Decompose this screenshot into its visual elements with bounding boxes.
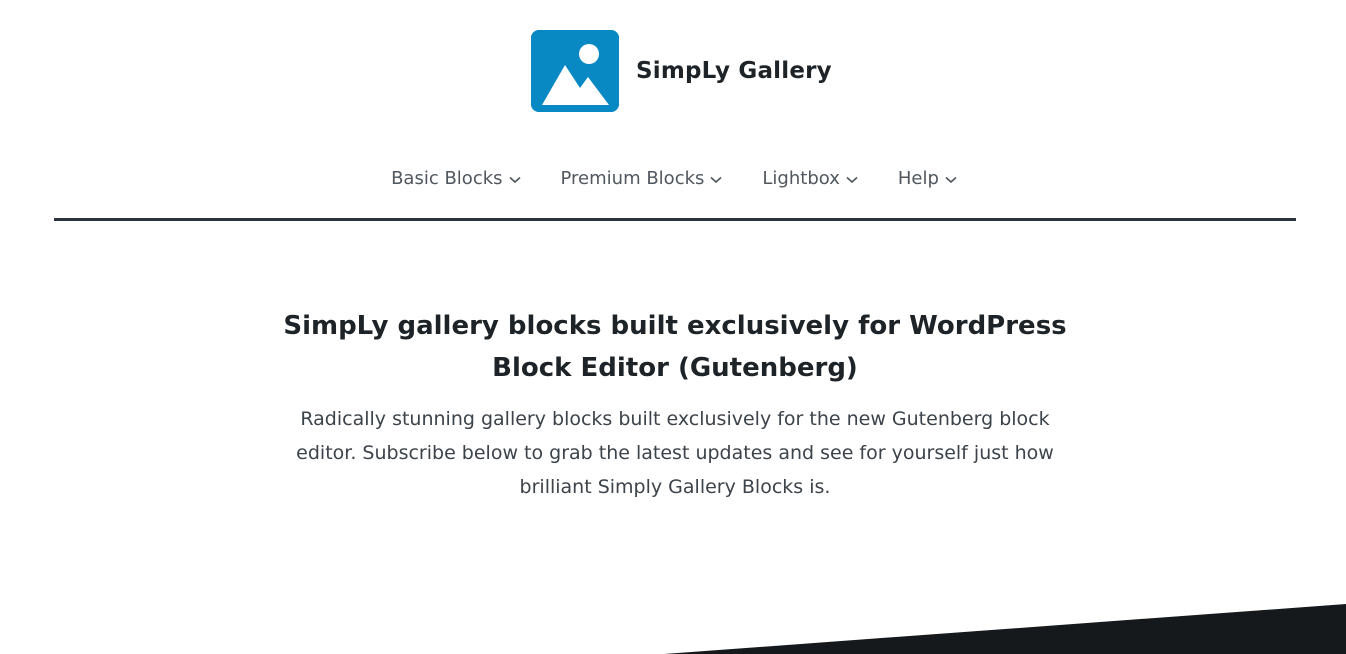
decorative-slant-divider xyxy=(664,604,1346,654)
page: SimpLy Gallery Basic Blocks Premium Bloc… xyxy=(0,0,1346,654)
